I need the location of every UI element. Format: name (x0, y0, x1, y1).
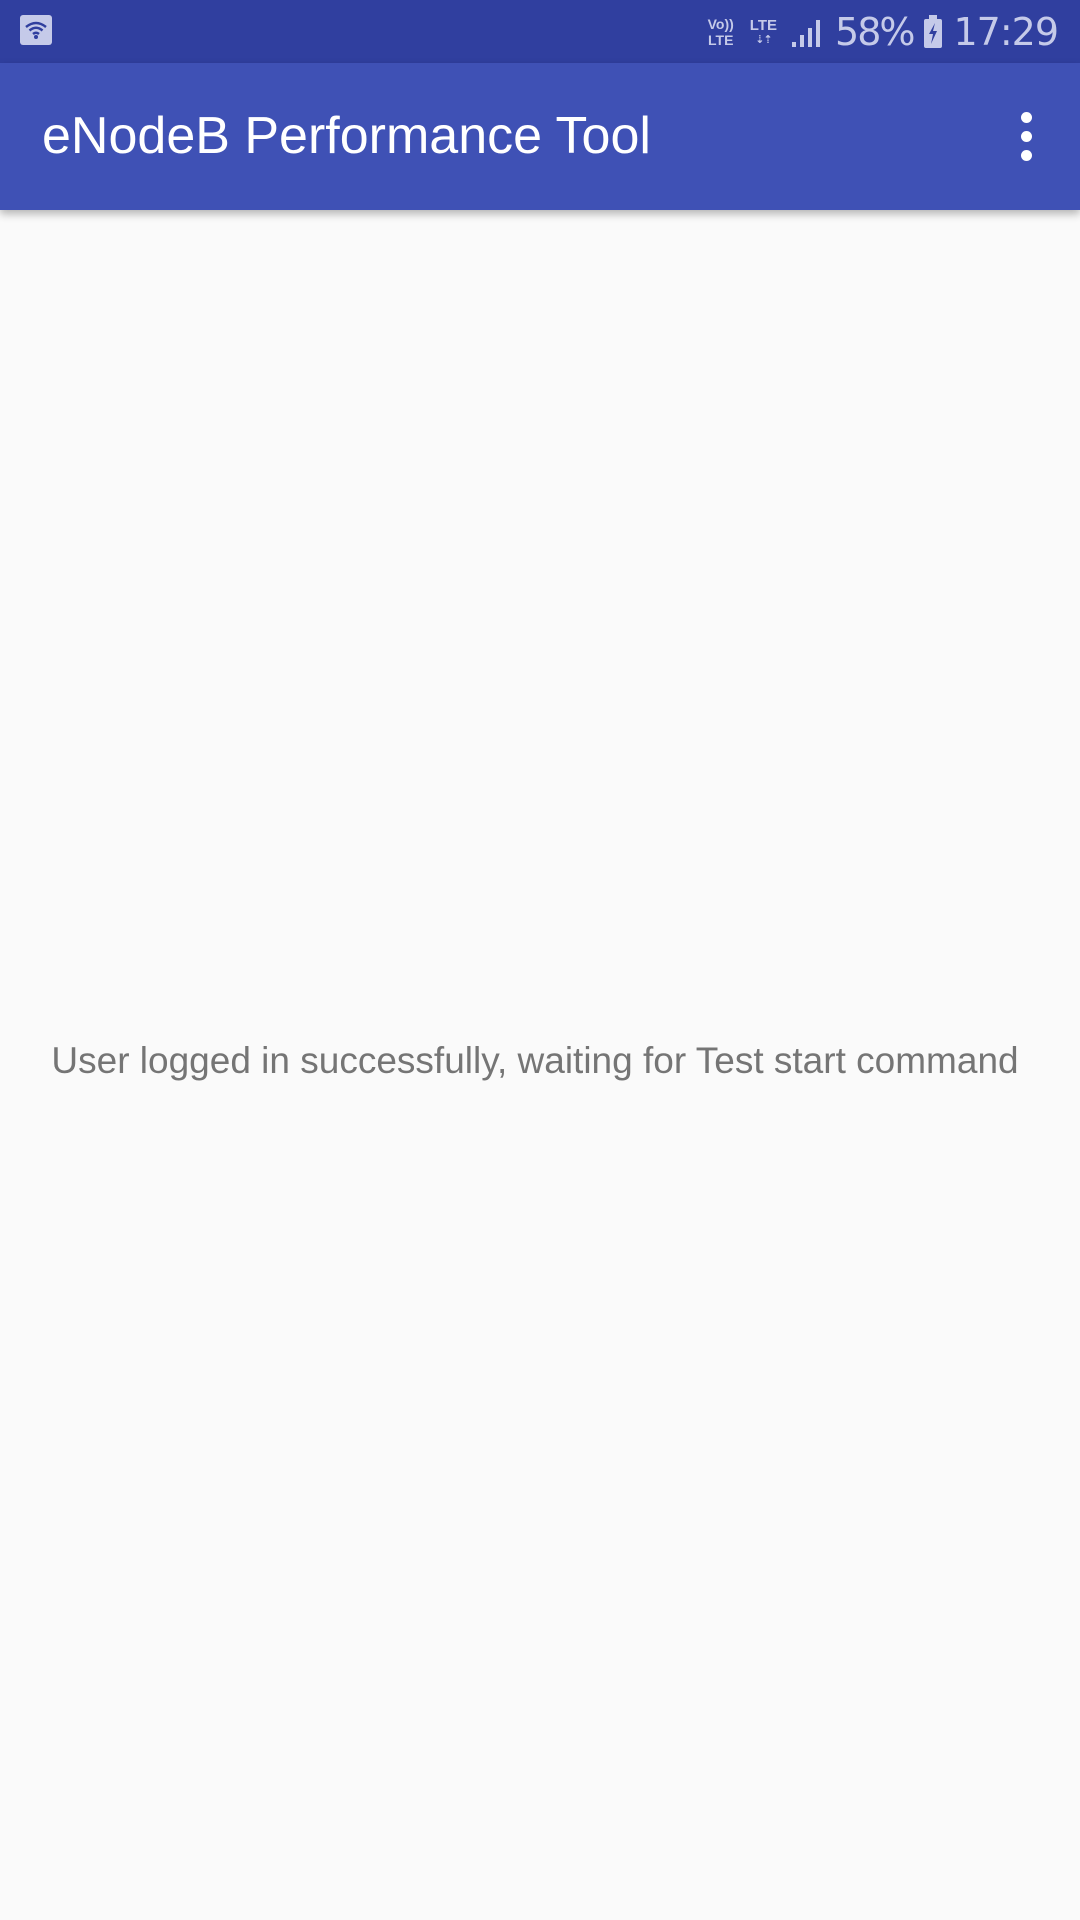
volte-top-label: Vo)) (707, 15, 734, 32)
status-left (20, 15, 52, 45)
app-bar: eNodeB Performance Tool (0, 63, 1080, 210)
wifi-icon (20, 15, 52, 45)
battery-percent: 58% (835, 9, 915, 54)
menu-dot (1020, 149, 1032, 161)
volte-bottom-label: LTE (708, 31, 734, 48)
battery-charging-icon (924, 14, 943, 48)
more-vert-icon[interactable] (986, 96, 1066, 176)
status-bar: Vo)) LTE LTE ⇣⇡ 58% 17:29 (0, 0, 1080, 63)
menu-dot (1020, 130, 1032, 142)
status-message: User logged in successfully, waiting for… (51, 1040, 1019, 1081)
signal-icon (792, 19, 821, 47)
lte-label: LTE (749, 16, 778, 34)
volte-icon: Vo)) LTE (708, 16, 734, 48)
lte-data-icon: LTE ⇣⇡ (749, 16, 778, 46)
clock: 17:29 (953, 9, 1059, 54)
lte-arrows: ⇣⇡ (755, 33, 772, 46)
app-title: eNodeB Performance Tool (42, 107, 651, 165)
menu-dot (1020, 111, 1032, 123)
status-right: Vo)) LTE LTE ⇣⇡ 58% 17:29 (708, 0, 1059, 63)
